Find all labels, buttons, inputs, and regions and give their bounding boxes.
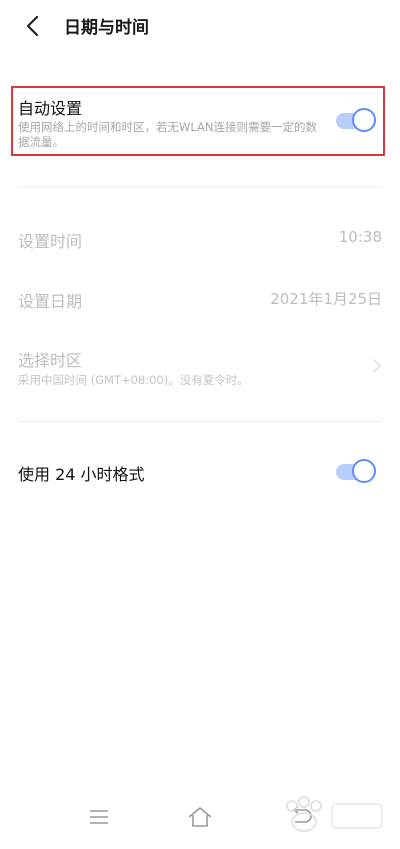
toggle-knob: [352, 108, 376, 132]
toggle-knob: [352, 459, 376, 483]
home-icon[interactable]: [185, 802, 215, 832]
format-24h-title: 使用 24 小时格式: [18, 465, 145, 484]
page-title: 日期与时间: [64, 18, 149, 38]
menu-icon[interactable]: [84, 802, 114, 832]
auto-setting-toggle[interactable]: [334, 108, 380, 134]
set-time-row[interactable]: 设置时间 10:38: [0, 224, 400, 254]
set-time-value: 10:38: [338, 228, 382, 246]
back-arrow-icon[interactable]: [20, 12, 48, 40]
format-24h-toggle[interactable]: [334, 459, 380, 485]
timezone-title: 选择时区: [18, 351, 83, 370]
format-24h-row[interactable]: 使用 24 小时格式: [0, 458, 400, 488]
timezone-row[interactable]: 选择时区 采用中国时间 (GMT+08:00)。没有夏令时。: [0, 346, 400, 390]
chevron-right-icon: [373, 359, 382, 373]
set-date-row[interactable]: 设置日期 2021年1月25日: [0, 286, 400, 316]
set-date-title: 设置日期: [18, 292, 83, 311]
set-time-title: 设置时间: [18, 232, 83, 251]
watermark-logo: [286, 796, 383, 832]
divider: [18, 187, 382, 188]
auto-setting-title: 自动设置: [18, 99, 83, 118]
set-date-value: 2021年1月25日: [270, 290, 382, 308]
timezone-subtitle: 采用中国时间 (GMT+08:00)。没有夏令时。: [18, 373, 249, 387]
auto-setting-subtitle: 使用网络上的时间和时区，若无WLAN连接则需要一定的数据流量。: [18, 120, 318, 149]
auto-setting-row[interactable]: 自动设置 使用网络上的时间和时区，若无WLAN连接则需要一定的数据流量。: [0, 86, 400, 158]
divider: [18, 421, 382, 422]
navigation-bar: [0, 790, 400, 849]
header-bar: 日期与时间: [0, 0, 400, 56]
